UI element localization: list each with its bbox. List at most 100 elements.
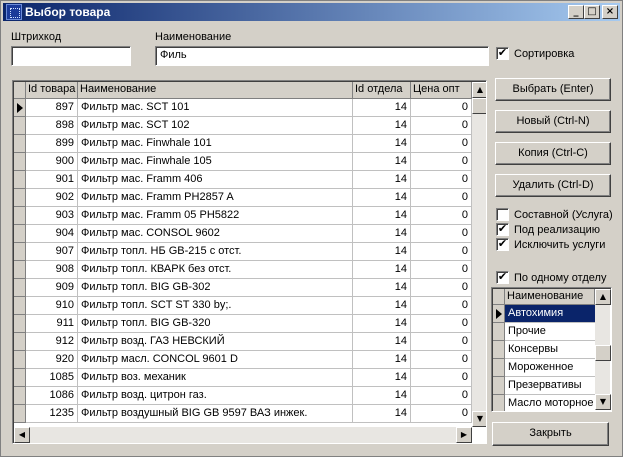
cell-id[interactable]: 912 bbox=[26, 333, 78, 351]
row-indicator[interactable] bbox=[14, 99, 26, 117]
cell-price[interactable]: 0 bbox=[411, 261, 472, 279]
cell-price[interactable]: 0 bbox=[411, 351, 472, 369]
table-row[interactable]: 1235 Фильтр воздушный BIG GB 9597 ВАЗ инж… bbox=[14, 405, 472, 423]
cell-price[interactable]: 0 bbox=[411, 117, 472, 135]
close-button[interactable]: Закрыть bbox=[492, 422, 609, 446]
scroll-right-icon[interactable]: ▶ bbox=[456, 427, 472, 443]
cell-name[interactable]: Фильтр мас. SCT 102 bbox=[78, 117, 353, 135]
new-button[interactable]: Новый (Ctrl-N) bbox=[495, 110, 611, 133]
table-row[interactable]: 909 Фильтр топл. BIG GB-302 14 0 bbox=[14, 279, 472, 297]
cell-price[interactable]: 0 bbox=[411, 387, 472, 405]
cell-id[interactable]: 897 bbox=[26, 99, 78, 117]
table-row[interactable]: 1086 Фильтр возд. цитрон газ. 14 0 bbox=[14, 387, 472, 405]
cell-price[interactable]: 0 bbox=[411, 207, 472, 225]
cell-name[interactable]: Фильтр мас. Framm 05 PH5822 bbox=[78, 207, 353, 225]
dept-name-cell[interactable]: Консервы bbox=[505, 341, 595, 359]
row-indicator[interactable] bbox=[14, 351, 26, 369]
dept-name-cell[interactable]: Мороженное bbox=[505, 359, 595, 377]
close-window-button[interactable]: × bbox=[602, 5, 618, 19]
cell-price[interactable]: 0 bbox=[411, 171, 472, 189]
cell-dept[interactable]: 14 bbox=[353, 297, 411, 315]
table-row[interactable]: 1085 Фильтр воз. механик 14 0 bbox=[14, 369, 472, 387]
maximize-button[interactable]: □ bbox=[584, 5, 600, 19]
cell-id[interactable]: 899 bbox=[26, 135, 78, 153]
cell-id[interactable]: 904 bbox=[26, 225, 78, 243]
cell-id[interactable]: 900 bbox=[26, 153, 78, 171]
consignment-check-icon[interactable]: ✔ bbox=[496, 223, 509, 236]
cell-dept[interactable]: 14 bbox=[353, 315, 411, 333]
scroll-up-icon[interactable]: ▲ bbox=[472, 82, 486, 98]
cell-price[interactable]: 0 bbox=[411, 135, 472, 153]
row-indicator[interactable] bbox=[14, 189, 26, 207]
cell-name[interactable]: Фильтр топл. BIG GB-302 bbox=[78, 279, 353, 297]
cell-dept[interactable]: 14 bbox=[353, 369, 411, 387]
dept-name-cell[interactable]: Презервативы bbox=[505, 377, 595, 395]
cell-name[interactable]: Фильтр топл. BIG GB-320 bbox=[78, 315, 353, 333]
barcode-input[interactable] bbox=[11, 46, 131, 66]
exclude-services-checkbox[interactable]: ✔ Исключить услуги bbox=[496, 238, 605, 251]
grid-horizontal-scrollbar[interactable]: ◀ ▶ bbox=[14, 427, 472, 443]
cell-dept[interactable]: 14 bbox=[353, 279, 411, 297]
scroll-down-icon[interactable]: ▼ bbox=[472, 411, 486, 427]
table-row[interactable]: 899 Фильтр мас. Finwhale 101 14 0 bbox=[14, 135, 472, 153]
dept-name-cell[interactable]: Автохимия bbox=[505, 305, 595, 323]
table-row[interactable]: 908 Фильтр топл. КВАРК без отст. 14 0 bbox=[14, 261, 472, 279]
cell-id[interactable]: 1086 bbox=[26, 387, 78, 405]
dept-name-cell[interactable]: Масло моторное bbox=[505, 395, 595, 411]
row-indicator[interactable] bbox=[14, 117, 26, 135]
cell-id[interactable]: 920 bbox=[26, 351, 78, 369]
row-indicator[interactable] bbox=[14, 207, 26, 225]
dept-row-indicator[interactable] bbox=[493, 341, 505, 359]
table-row[interactable]: 902 Фильтр мас. Framm PH2857 A 14 0 bbox=[14, 189, 472, 207]
departments-grid[interactable]: Наименование Автохимия Прочие Консервы Моро… bbox=[491, 287, 612, 412]
cell-dept[interactable]: 14 bbox=[353, 189, 411, 207]
row-indicator[interactable] bbox=[14, 261, 26, 279]
table-row[interactable]: 920 Фильтр масл. CONCOL 9601 D 14 0 bbox=[14, 351, 472, 369]
cell-price[interactable]: 0 bbox=[411, 405, 472, 423]
grid-vertical-scrollbar[interactable]: ▲ ▼ bbox=[472, 82, 486, 427]
cell-name[interactable]: Фильтр мас. Framm PH2857 A bbox=[78, 189, 353, 207]
cell-name[interactable]: Фильтр воз. механик bbox=[78, 369, 353, 387]
row-indicator[interactable] bbox=[14, 171, 26, 189]
cell-name[interactable]: Фильтр возд. цитрон газ. bbox=[78, 387, 353, 405]
cell-dept[interactable]: 14 bbox=[353, 117, 411, 135]
cell-name[interactable]: Фильтр мас. Finwhale 101 bbox=[78, 135, 353, 153]
cell-id[interactable]: 1235 bbox=[26, 405, 78, 423]
table-row[interactable]: 898 Фильтр мас. SCT 102 14 0 bbox=[14, 117, 472, 135]
consignment-checkbox[interactable]: ✔ Под реализацию bbox=[496, 223, 600, 236]
cell-name[interactable]: Фильтр топл. КВАРК без отст. bbox=[78, 261, 353, 279]
cell-id[interactable]: 1085 bbox=[26, 369, 78, 387]
dept-row-indicator[interactable] bbox=[493, 323, 505, 341]
table-row[interactable]: 910 Фильтр топл. SCT ST 330 by;. 14 0 bbox=[14, 297, 472, 315]
cell-name[interactable]: Фильтр мас. CONSOL 9602 bbox=[78, 225, 353, 243]
row-indicator[interactable] bbox=[14, 387, 26, 405]
row-indicator[interactable] bbox=[14, 405, 26, 423]
minimize-button[interactable]: _ bbox=[568, 5, 584, 19]
table-row[interactable]: 912 Фильтр возд. ГАЗ НЕВСКИЙ 14 0 bbox=[14, 333, 472, 351]
name-search-input[interactable]: Филь bbox=[155, 46, 489, 66]
delete-button[interactable]: Удалить (Ctrl-D) bbox=[495, 174, 611, 197]
cell-dept[interactable]: 14 bbox=[353, 171, 411, 189]
cell-id[interactable]: 901 bbox=[26, 171, 78, 189]
cell-price[interactable]: 0 bbox=[411, 153, 472, 171]
cell-dept[interactable]: 14 bbox=[353, 405, 411, 423]
cell-dept[interactable]: 14 bbox=[353, 387, 411, 405]
cell-name[interactable]: Фильтр топл. SCT ST 330 by;. bbox=[78, 297, 353, 315]
composite-checkbox[interactable]: Составной (Услуга) bbox=[496, 208, 613, 221]
column-header-id[interactable]: Id товара bbox=[26, 82, 78, 99]
cell-price[interactable]: 0 bbox=[411, 243, 472, 261]
cell-name[interactable]: Фильтр воздушный BIG GB 9597 ВАЗ инжек. bbox=[78, 405, 353, 423]
exclude-services-check-icon[interactable]: ✔ bbox=[496, 238, 509, 251]
cell-name[interactable]: Фильтр топл. НБ GB-215 с отст. bbox=[78, 243, 353, 261]
row-indicator[interactable] bbox=[14, 315, 26, 333]
cell-dept[interactable]: 14 bbox=[353, 261, 411, 279]
cell-price[interactable]: 0 bbox=[411, 279, 472, 297]
dept-list-item[interactable]: Прочие bbox=[493, 323, 595, 341]
cell-price[interactable]: 0 bbox=[411, 315, 472, 333]
cell-name[interactable]: Фильтр мас. Finwhale 105 bbox=[78, 153, 353, 171]
by-department-checkbox[interactable]: ✔ По одному отделу bbox=[496, 271, 606, 284]
cell-id[interactable]: 911 bbox=[26, 315, 78, 333]
dept-scroll-up-icon[interactable]: ▲ bbox=[595, 289, 611, 305]
dept-row-indicator[interactable] bbox=[493, 395, 505, 411]
cell-name[interactable]: Фильтр возд. ГАЗ НЕВСКИЙ bbox=[78, 333, 353, 351]
